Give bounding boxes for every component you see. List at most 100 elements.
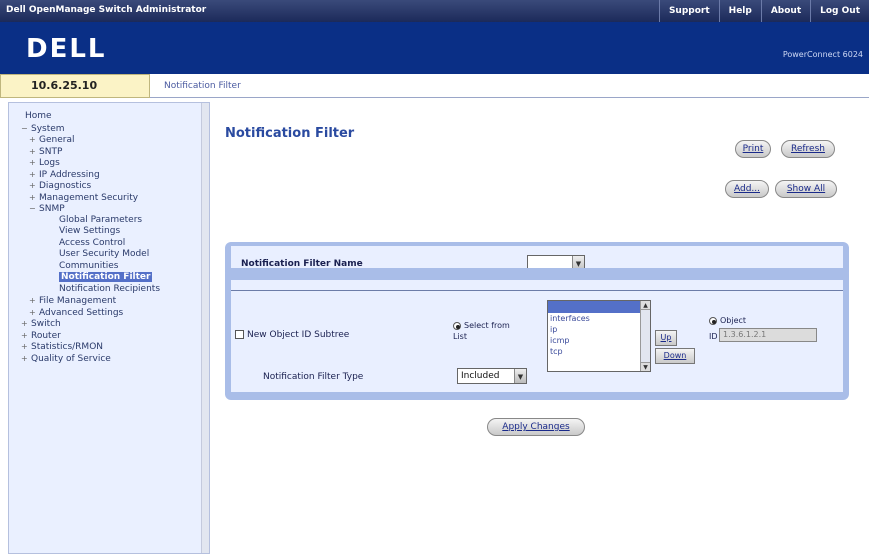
collapse-icon[interactable]: −	[29, 203, 39, 215]
subtree-checkbox-row: New Object ID Subtree	[235, 330, 349, 340]
apply-changes-button[interactable]: Apply Changes	[487, 418, 585, 436]
object-label: Object	[720, 316, 747, 325]
tree-item-label: Communities	[59, 260, 119, 271]
object-id-input[interactable]: 1.3.6.1.2.1	[719, 328, 817, 342]
expand-icon[interactable]: +	[29, 146, 39, 158]
navigation-tree: Home − System + General + SNTP + Logs + IP Address…	[8, 102, 210, 554]
tree-item[interactable]: + Management Security	[15, 192, 209, 204]
page-title: Notification Filter	[225, 126, 355, 141]
expand-icon[interactable]: +	[29, 134, 39, 146]
print-button[interactable]: Print	[735, 140, 771, 158]
object-id-radio[interactable]	[709, 316, 717, 325]
select-from-list-label: Select from List	[453, 321, 510, 341]
list-item[interactable]: tcp	[548, 346, 650, 357]
down-button[interactable]: Down	[655, 348, 695, 364]
main-content: Notification Filter Print Refresh Add...…	[213, 102, 869, 558]
filter-type-select[interactable]: Included ▼	[457, 368, 527, 384]
tree-item-label: Statistics/RMON	[31, 342, 104, 352]
tree-item[interactable]: + Quality of Service	[15, 353, 209, 365]
tree-item[interactable]: + Logs	[15, 157, 209, 169]
tree-item[interactable]: View Settings	[15, 226, 209, 238]
select-from-list-radio[interactable]	[453, 321, 461, 330]
expand-icon[interactable]: +	[21, 341, 31, 353]
tree-item[interactable]: + IP Addressing	[15, 169, 209, 181]
tree-item[interactable]: Notification Filter	[15, 272, 209, 284]
tree-item-label: IP Addressing	[39, 169, 100, 180]
tree-item-label: User Security Model	[59, 249, 150, 259]
divider	[231, 290, 843, 291]
tree-item-label: View Settings	[59, 226, 121, 236]
filter-type-label: Notification Filter Type	[263, 372, 364, 382]
list-item[interactable]: ip	[548, 324, 650, 335]
dell-logo: DELL	[26, 34, 107, 64]
tree-item-label: System	[31, 123, 65, 134]
tree-item[interactable]: − SNMP	[15, 203, 209, 215]
scroll-down-icon[interactable]: ▼	[641, 362, 650, 371]
subtree-checkbox[interactable]	[235, 330, 244, 339]
tree-item[interactable]: + Statistics/RMON	[15, 341, 209, 353]
up-button[interactable]: Up	[655, 330, 677, 346]
tree-item[interactable]: + SNTP	[15, 146, 209, 158]
tree-item[interactable]: + File Management	[15, 295, 209, 307]
list-item[interactable]: icmp	[548, 335, 650, 346]
tree-item-label: General	[39, 135, 75, 145]
collapse-icon[interactable]: −	[21, 123, 31, 135]
tree-item[interactable]: + Router	[15, 330, 209, 342]
tree-item[interactable]: + Diagnostics	[15, 180, 209, 192]
tree-item-label: Notification Filter	[59, 272, 153, 282]
refresh-button[interactable]: Refresh	[781, 140, 835, 158]
tree-scrollbar[interactable]	[201, 103, 209, 553]
expand-icon[interactable]: +	[29, 295, 39, 307]
subtree-panel: New Object ID Subtree Select from List i…	[225, 268, 849, 400]
list-item[interactable]	[548, 301, 650, 313]
expand-icon[interactable]: +	[21, 330, 31, 342]
tree-item[interactable]: User Security Model	[15, 249, 209, 261]
help-link[interactable]: Help	[718, 0, 761, 22]
app-title: Dell OpenManage Switch Administrator	[6, 5, 207, 15]
top-bar: Dell OpenManage Switch Administrator Sup…	[0, 0, 869, 22]
list-scrollbar[interactable]: ▲ ▼	[640, 301, 650, 371]
object-id-radio-row: Object	[709, 316, 746, 325]
expand-icon[interactable]: +	[29, 307, 39, 319]
tree-item-label: Advanced Settings	[39, 307, 124, 318]
support-link[interactable]: Support	[658, 0, 719, 22]
tree-item-label: SNMP	[39, 204, 65, 214]
tree-item[interactable]: Communities	[15, 261, 209, 273]
add-button[interactable]: Add...	[725, 180, 769, 198]
filter-type-value: Included	[461, 371, 500, 381]
tree-item[interactable]: Global Parameters	[15, 215, 209, 227]
id-label: ID	[709, 332, 718, 341]
tree-item[interactable]: − System	[15, 123, 209, 135]
expand-icon[interactable]: +	[29, 180, 39, 192]
brand-banner: DELL PowerConnect 6024	[0, 22, 869, 74]
about-link[interactable]: About	[760, 0, 810, 22]
expand-icon[interactable]: +	[21, 353, 31, 365]
log-out-link[interactable]: Log Out	[810, 0, 869, 22]
show-all-button[interactable]: Show All	[775, 180, 837, 198]
tree-item-label: File Management	[39, 296, 117, 306]
expand-icon[interactable]: +	[21, 318, 31, 330]
tree-item[interactable]: + Switch	[15, 318, 209, 330]
list-item[interactable]: interfaces	[548, 313, 650, 324]
tree-item-label: Diagnostics	[39, 181, 92, 191]
expand-icon[interactable]: +	[29, 192, 39, 204]
tree-item[interactable]: Access Control	[15, 238, 209, 250]
tree-item-label: Access Control	[59, 237, 126, 248]
subtree-label: New Object ID Subtree	[247, 330, 350, 340]
tree-item-label: Global Parameters	[59, 214, 143, 225]
tree-item-label: SNTP	[39, 146, 63, 157]
expand-icon[interactable]: +	[29, 169, 39, 181]
tree-item[interactable]: + Advanced Settings	[15, 307, 209, 319]
chevron-down-icon: ▼	[514, 369, 526, 383]
scroll-up-icon[interactable]: ▲	[641, 301, 650, 310]
tree-item[interactable]: Notification Recipients	[15, 284, 209, 296]
app-window: Dell OpenManage Switch Administrator Sup…	[0, 0, 869, 558]
select-from-list-row: Select from List	[453, 320, 513, 342]
breadcrumb: Notification Filter	[150, 74, 869, 98]
oid-listbox[interactable]: interfaces ip icmp tcp ▲ ▼	[547, 300, 651, 372]
tree-item[interactable]: + General	[15, 134, 209, 146]
tree-item-label: Switch	[31, 319, 61, 329]
tree-item-label: Logs	[39, 158, 60, 168]
tree-item[interactable]: Home	[15, 111, 209, 123]
expand-icon[interactable]: +	[29, 157, 39, 169]
